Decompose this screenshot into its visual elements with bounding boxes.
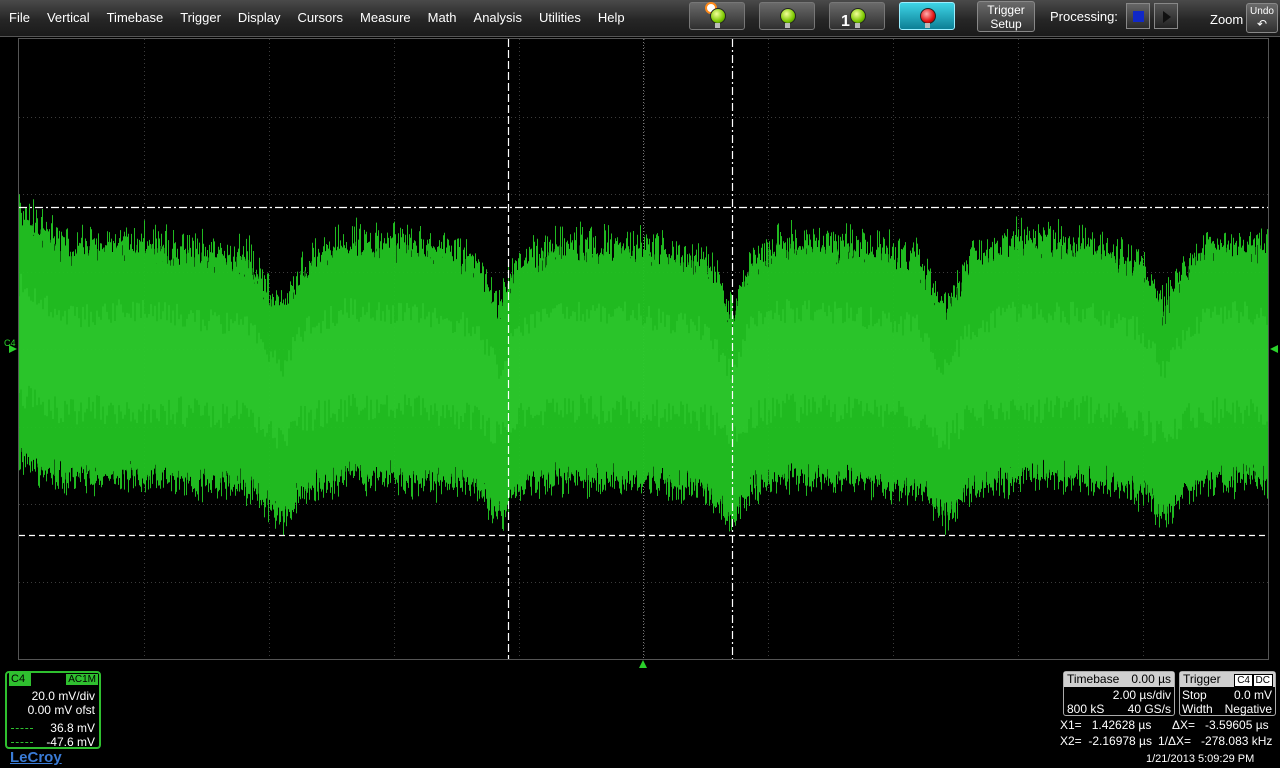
processing-run-button[interactable] [1154,3,1178,29]
cursor-x1-readout: X1= 1.42628 µs [1060,718,1152,732]
channel-header: C4 AC1M [7,673,99,687]
waveform-canvas [19,39,1268,659]
channel-label: C4 [9,673,31,686]
trigger-setup-line2: Setup [990,17,1022,31]
channel-cursor1-value: 36.8 mV [50,721,95,735]
timebase-descriptor[interactable]: Timebase 0.00 µs 2.00 µs/div 800 kS 40 G… [1063,671,1175,716]
trigger-mode: Stop [1182,688,1207,702]
trigger-position-icon[interactable] [639,660,648,668]
timebase-rate: 40 GS/s [1127,702,1171,716]
menu-cursors[interactable]: Cursors [289,0,352,36]
main-menu: File Vertical Timebase Trigger Display C… [0,0,633,36]
channel-cursor2-value: -47.6 mV [46,735,95,749]
menu-timebase[interactable]: Timebase [98,0,172,36]
lamp-base-icon [855,23,860,28]
trigger-descriptor[interactable]: Trigger C4 DC Stop 0.0 mV Width Negative [1179,671,1276,716]
timebase-scale: 2.00 µs/div [1112,688,1171,702]
channel-offset: 0.00 mV ofst [27,703,95,717]
lamp-base-icon [715,23,720,28]
channel-scale: 20.0 mV/div [31,689,95,703]
cursor2-line-icon [11,742,33,743]
trigger-single-button[interactable]: 1 [829,2,885,30]
menu-trigger[interactable]: Trigger [171,0,229,36]
processing-label: Processing: [1050,9,1118,24]
trigger-title: Trigger [1183,672,1221,686]
trigger-level: 0.0 mV [1233,688,1272,702]
menu-measure[interactable]: Measure [351,0,419,36]
channel-coupling: AC1M [66,674,98,685]
trigger-type: Width [1182,702,1213,716]
ground-level-right-icon[interactable] [1270,345,1279,353]
menu-analysis[interactable]: Analysis [465,0,530,36]
processing-stop-button[interactable] [1126,3,1150,29]
ground-level-left-icon[interactable] [9,345,18,353]
trigger-stop-button[interactable] [899,2,955,30]
trigger-setup-line1: Trigger [987,3,1025,17]
menu-display[interactable]: Display [229,0,289,36]
menu-utilities[interactable]: Utilities [530,0,589,36]
menu-bar: File Vertical Timebase Trigger Display C… [0,0,1280,37]
trigger-lamp-icon [710,8,726,24]
cursor1-line-icon [11,728,33,729]
trigger-lamp-icon [780,8,796,24]
menu-file[interactable]: File [0,0,38,36]
trigger-polarity: Negative [1224,702,1272,716]
trigger-auto-button[interactable] [689,2,745,30]
trigger-source: C4 [1234,674,1253,687]
trigger-coupling: DC [1252,674,1273,687]
waveform-display[interactable] [18,38,1269,660]
lecroy-logo: LeCroy [10,749,62,766]
timebase-header: Timebase 0.00 µs [1064,672,1174,687]
timebase-title: Timebase [1067,672,1120,686]
timebase-samples: 800 kS [1067,702,1105,716]
undo-button[interactable]: Undo ↶ [1246,3,1278,33]
menu-math[interactable]: Math [419,0,465,36]
menu-help[interactable]: Help [589,0,633,36]
trigger-header: Trigger C4 DC [1180,672,1275,687]
undo-arrow-icon: ↶ [1256,17,1268,31]
stop-lamp-icon [920,8,936,24]
stop-square-icon [1133,11,1144,22]
channel-c4-descriptor[interactable]: C4 AC1M 20.0 mV/div 0.00 mV ofst 36.8 mV… [5,671,101,749]
cursor-x2-readout: X2= -2.16978 µs [1060,734,1152,748]
zoom-label[interactable]: Zoom [1210,12,1243,27]
single-digit-label: 1 [841,13,850,30]
trigger-setup-button[interactable]: Trigger Setup [977,1,1035,32]
trigger-normal-button[interactable] [759,2,815,30]
cursor-dx-readout: ΔX= -3.59605 µs [1172,718,1269,732]
acquisition-timestamp: 1/21/2013 5:09:29 PM [1146,753,1255,765]
lamp-base-icon [785,23,790,28]
lamp-base-icon [925,23,930,28]
timebase-delay: 0.00 µs [1131,672,1171,686]
trigger-lamp-icon [850,8,866,24]
cursor-inv-dx-readout: 1/ΔX= -278.083 kHz [1158,734,1273,748]
menu-vertical[interactable]: Vertical [38,0,98,36]
play-icon [1163,11,1171,23]
